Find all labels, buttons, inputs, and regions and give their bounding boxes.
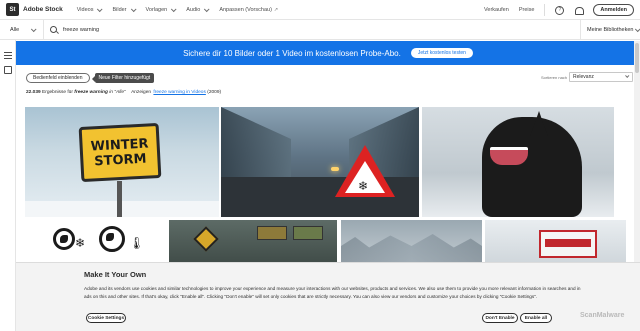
nav-right: Verkaufen Preise ? Anmelden — [484, 0, 634, 20]
snowflake-icon: ❄ — [75, 236, 86, 250]
sign-board — [257, 226, 287, 240]
chevron-down-icon — [31, 25, 37, 32]
chevron-down-icon — [130, 5, 137, 12]
sort-value: Relevanz — [573, 74, 594, 80]
sign-board — [293, 226, 323, 240]
winter-storm-sign: WINTER STORM — [78, 122, 162, 183]
search-bar: Alle Meine Bibliotheken — [0, 19, 640, 40]
snow-ground — [25, 201, 219, 217]
results-summary: 22.039 Ergebnisse für freeze warning in … — [26, 90, 221, 95]
left-rail — [0, 40, 16, 331]
sign-post — [117, 181, 122, 217]
globe-icon — [99, 226, 125, 252]
nav-customize[interactable]: Anpassen (Vorschau) ↗ — [219, 7, 278, 13]
watermark: ScanMalware — [580, 312, 625, 319]
image-tile-road-signs[interactable] — [169, 220, 337, 264]
results-scope: in "Alle" — [109, 90, 126, 95]
libraries-dropdown[interactable]: Meine Bibliotheken — [580, 20, 640, 40]
cookie-banner: Make It Your Own Adobe and its vendors u… — [16, 262, 640, 331]
red-warning-sign — [539, 230, 597, 258]
nav-label: Videos — [76, 6, 94, 13]
sign-line-2: STORM — [93, 151, 147, 169]
show-label: Anzeigen — [131, 90, 152, 95]
top-navigation: St Adobe Stock Videos Bilder Vorlagen Au… — [0, 0, 640, 20]
category-select[interactable]: Alle — [0, 19, 44, 40]
signin-button[interactable]: Anmelden — [593, 4, 634, 16]
libraries-label: Meine Bibliotheken — [587, 27, 634, 33]
red-sign-bar — [545, 239, 591, 247]
nav-menu: Videos Bilder Vorlagen Audio Anpassen (V… — [76, 5, 278, 13]
free-trial-button[interactable]: Jetzt kostenlos testen — [410, 48, 473, 58]
help-icon[interactable]: ? — [555, 5, 565, 15]
scrollbar[interactable] — [634, 41, 640, 262]
result-count: 22.039 — [26, 90, 41, 95]
chevron-down-icon — [171, 5, 177, 12]
external-link-icon: ↗ — [273, 6, 279, 13]
dog-mouth — [490, 147, 528, 165]
image-tile-globe-icons[interactable]: ❄ 🌡 — [25, 220, 165, 264]
chevron-down-icon — [97, 5, 103, 12]
sort-select[interactable]: Relevanz — [569, 72, 633, 82]
videos-count: (2009) — [207, 90, 222, 95]
scrollbar-thumb[interactable] — [635, 43, 639, 73]
adobe-stock-logo[interactable]: St — [6, 3, 19, 16]
nav-label: Audio — [186, 6, 201, 13]
search-icon[interactable] — [50, 26, 57, 33]
image-tile-foggy-forest[interactable] — [341, 220, 482, 264]
pricing-link[interactable]: Preise — [519, 7, 535, 13]
cookie-title: Make It Your Own — [84, 270, 147, 279]
results-text: Ergebnisse für — [42, 90, 73, 95]
nav-label: Bilder — [112, 6, 127, 13]
chevron-down-icon — [635, 26, 640, 33]
cookie-text: Adobe and its vendors use cookies and si… — [84, 286, 581, 300]
nav-templates[interactable]: Vorlagen — [145, 5, 177, 13]
chevron-down-icon — [204, 5, 210, 12]
forest-left — [221, 107, 291, 187]
results-query: freeze warning — [74, 90, 108, 95]
promo-banner: Sichere dir 10 Bilder oder 1 Video im ko… — [16, 41, 640, 65]
fog-trees — [341, 234, 482, 264]
image-tile-red-sign[interactable] — [485, 220, 626, 264]
sort-label: Sortieren nach — [541, 75, 568, 80]
image-tile-winter-storm[interactable]: WINTER STORM — [25, 107, 219, 217]
nav-images[interactable]: Bilder — [112, 5, 137, 13]
category-value: Alle — [10, 26, 20, 33]
chevron-down-icon — [625, 73, 630, 78]
dont-enable-button[interactable]: Don't Enable — [482, 313, 518, 323]
nav-audio[interactable]: Audio — [186, 5, 210, 13]
search-input[interactable] — [63, 26, 533, 33]
sell-link[interactable]: Verkaufen — [484, 7, 509, 13]
snowflake-icon: ❄ — [358, 179, 369, 193]
diamond-sign — [193, 226, 219, 252]
divider — [544, 4, 546, 16]
image-tile-road-warning[interactable]: ❄ — [221, 107, 419, 217]
promo-text: Sichere dir 10 Bilder oder 1 Video im ko… — [183, 48, 401, 58]
nav-label: Vorlagen — [145, 6, 168, 13]
library-icon[interactable] — [4, 66, 12, 74]
videos-link[interactable]: freeze warning in Videos — [153, 90, 205, 95]
cookie-settings-button[interactable]: Cookie Settings — [86, 313, 126, 323]
bell-icon[interactable] — [574, 6, 585, 15]
nav-videos[interactable]: Videos — [76, 5, 103, 13]
globe-icon — [53, 228, 75, 250]
filter-row: Bedienfeld einblenden Neue Filter hinzug… — [26, 72, 155, 83]
image-tile-barking-dog[interactable] — [422, 107, 614, 217]
thermometer-icon: 🌡 — [129, 236, 145, 250]
logo-text[interactable]: Adobe Stock — [23, 6, 63, 13]
filter-icon[interactable] — [4, 52, 12, 60]
new-filters-tooltip: Neue Filter hinzugefügt — [91, 72, 155, 83]
enable-all-button[interactable]: Enable all — [520, 313, 552, 323]
show-panel-button[interactable]: Bedienfeld einblenden — [26, 72, 90, 83]
nav-label: Anpassen (Vorschau) — [219, 6, 272, 13]
